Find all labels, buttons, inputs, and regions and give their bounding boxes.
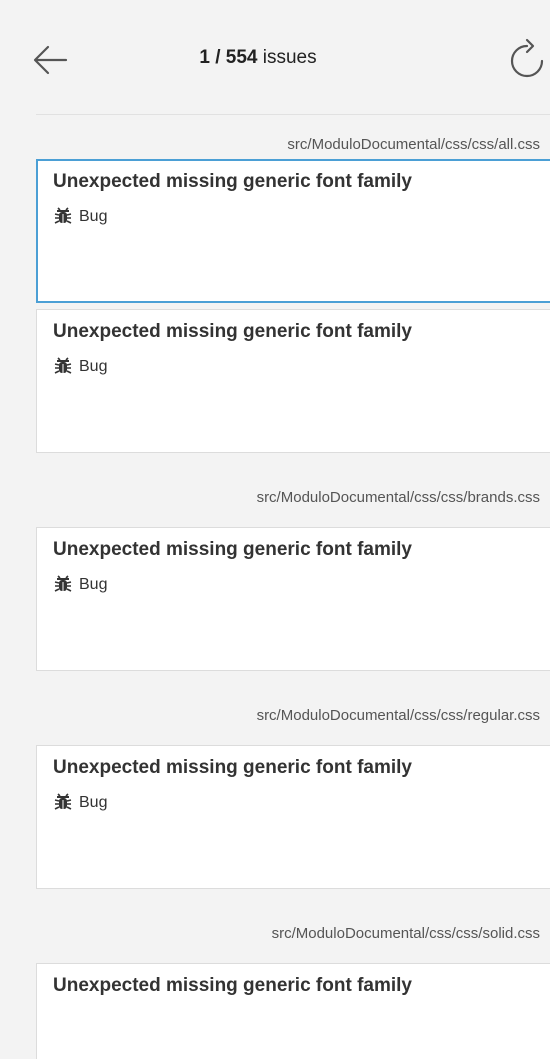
file-path: src/ModuloDocumental/css/css/regular.css <box>256 707 540 724</box>
issue-title: Unexpected missing generic font family <box>53 539 412 560</box>
issue-card[interactable]: Unexpected missing generic font family Bu… <box>36 309 550 453</box>
reload-button[interactable] <box>502 38 550 84</box>
issue-title: Unexpected missing generic font family <box>53 975 412 996</box>
issue-type: Bug <box>53 793 534 813</box>
issue-title: Unexpected missing generic font family <box>53 171 412 192</box>
file-path: src/ModuloDocumental/css/css/solid.css <box>271 925 540 942</box>
issue-card[interactable]: Unexpected missing generic font family Bu… <box>36 159 550 303</box>
issue-title: Unexpected missing generic font family <box>53 757 412 778</box>
issue-title: Unexpected missing generic font family <box>53 321 412 342</box>
issue-card[interactable]: Unexpected missing generic font family Bu… <box>36 745 550 889</box>
file-path: src/ModuloDocumental/css/css/all.css <box>287 136 540 153</box>
issue-card[interactable]: Unexpected missing generic font family Bu… <box>36 527 550 671</box>
issues-header: 1 / 554 issues <box>33 0 550 115</box>
issue-type: Bug <box>53 575 534 595</box>
issue-type-label: Bug <box>79 576 108 593</box>
bug-icon <box>53 793 73 813</box>
issue-type-label: Bug <box>79 358 108 375</box>
issue-counter: 1 / 554 issues <box>36 47 480 69</box>
issue-type-label: Bug <box>79 208 108 225</box>
refresh-icon <box>510 38 544 78</box>
bug-icon <box>53 207 73 227</box>
issue-type: Bug <box>53 207 535 227</box>
issue-type-label: Bug <box>79 794 108 811</box>
issue-type: Bug <box>53 357 534 377</box>
issue-counter-suffix: issues <box>257 47 317 68</box>
bug-icon <box>53 575 73 595</box>
issue-card[interactable]: Unexpected missing generic font family <box>36 963 550 1059</box>
issue-counter-value: 1 / 554 <box>199 47 258 68</box>
file-path: src/ModuloDocumental/css/css/brands.css <box>256 489 540 506</box>
bug-icon <box>53 357 73 377</box>
issue-list: src/ModuloDocumental/css/css/all.css Unex… <box>0 115 550 1059</box>
